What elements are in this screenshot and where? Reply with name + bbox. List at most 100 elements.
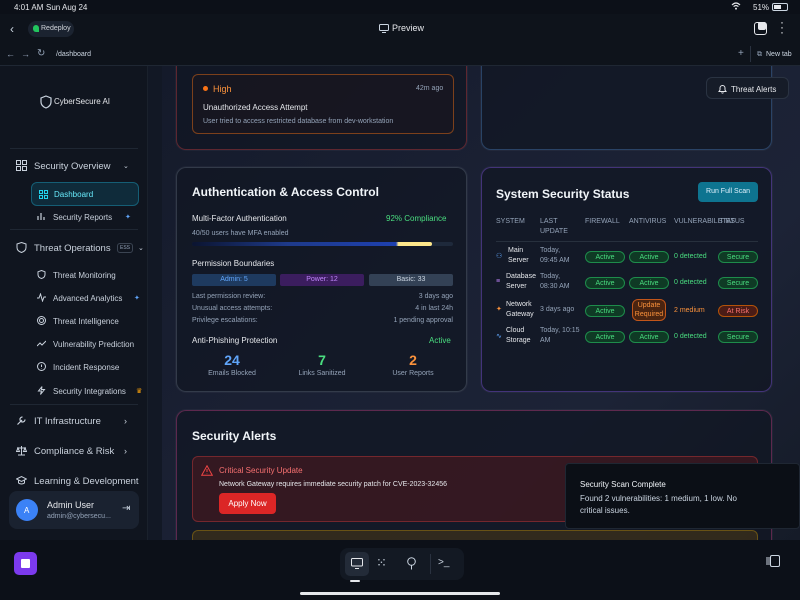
perm-title: Permission Boundaries — [192, 259, 275, 268]
nav-label: Advanced Analytics — [53, 294, 123, 303]
user-card[interactable]: A Admin User admin@cybersecu... ⇥ — [9, 491, 139, 529]
nav-label: Security Overview — [34, 161, 111, 172]
monitor-button[interactable] — [345, 552, 369, 576]
nav-security-overview[interactable]: Security Overview ⌄ — [0, 156, 147, 176]
add-tab-icon[interactable]: + — [738, 48, 744, 59]
row-value: 3 days ago — [418, 293, 453, 300]
row-value: 4 in last 24h — [415, 305, 453, 312]
nav-it-infrastructure[interactable]: IT Infrastructure › — [0, 411, 147, 431]
reload-icon[interactable]: ↻ — [37, 48, 45, 59]
trending-up-icon — [37, 340, 46, 347]
shield-icon — [33, 25, 39, 32]
dots-grid-icon[interactable]: ⁙ — [376, 555, 387, 571]
toast: Security Scan Complete Found 2 vulnerabi… — [565, 463, 800, 529]
system-status-card: System Security Status Run Full Scan SYS… — [481, 167, 772, 392]
nav-security-reports[interactable]: Security Reports ✦ — [0, 208, 147, 228]
nav-learning-development[interactable]: Learning & Development — [0, 471, 147, 491]
alerts-title: Security Alerts — [192, 429, 277, 443]
nav-label: Vulnerability Prediction — [53, 340, 135, 349]
nav-threat-intelligence[interactable]: Threat Intelligence — [0, 312, 147, 332]
nav-incident-response[interactable]: Incident Response — [0, 358, 147, 378]
nav-vulnerability-prediction[interactable]: Vulnerability Prediction — [0, 335, 147, 355]
user-name: Admin User — [47, 500, 95, 510]
project-chip[interactable]: Redeploy — [28, 21, 74, 37]
app-topbar: ‹ Redeploy Preview · · · — [0, 14, 800, 44]
perm-power-label: Power: 12 — [306, 276, 338, 283]
last-update-2: AM — [540, 337, 551, 344]
bell-icon — [718, 85, 727, 94]
stat-reports-label: User Reports — [392, 370, 434, 377]
run-full-scan-button[interactable]: Run Full Scan — [698, 182, 758, 202]
last-update-2: 09:45 AM — [540, 257, 570, 264]
system-name-2: Server — [506, 283, 527, 290]
url-bar: ← → ↻ /dashboard + ⧉ New tab — [0, 44, 800, 66]
location-pin-icon[interactable] — [406, 557, 417, 570]
shield-small-icon — [37, 270, 46, 279]
perm-power: Power: 12 — [280, 274, 364, 286]
nav-threat-monitoring[interactable]: Threat Monitoring — [0, 266, 147, 286]
antivirus-badge: Active — [629, 331, 669, 343]
stat-reports-value: 2 — [409, 352, 417, 368]
firewall-badge: Active — [585, 331, 625, 343]
row-value: 1 pending approval — [393, 317, 453, 324]
system-name-2: Gateway — [506, 311, 534, 318]
table-row[interactable]: ≡ Database Server Today, 08:30 AM Active… — [496, 273, 758, 295]
logout-icon[interactable]: ⇥ — [122, 503, 130, 514]
phish-status: Active — [429, 336, 451, 345]
bottom-dock: ⁙ >_ — [0, 540, 800, 600]
battery-icon — [772, 3, 788, 11]
apply-now-button[interactable]: Apply Now — [219, 493, 276, 514]
preview-label: Preview — [392, 23, 425, 33]
tabs-icon[interactable] — [754, 22, 767, 35]
nav-label: Threat Operations — [34, 243, 111, 254]
zap-icon — [37, 386, 46, 395]
graduation-cap-icon — [16, 475, 27, 485]
nav-forward-icon[interactable]: → — [21, 49, 30, 59]
new-tab-button[interactable]: New tab — [766, 51, 792, 58]
more-vert-icon[interactable]: · · · — [780, 16, 784, 38]
stat-links-label: Links Sanitized — [298, 370, 346, 377]
activity-icon: ∿ — [496, 333, 502, 340]
threat-alerts-label: Threat Alerts — [731, 85, 777, 94]
nav-dashboard[interactable]: Dashboard — [31, 182, 139, 206]
app-icon[interactable] — [14, 552, 37, 575]
severity-dot — [203, 86, 208, 91]
status-date: Sun Aug 24 — [46, 3, 88, 12]
brand-name: CyberSecure AI — [54, 97, 111, 106]
nav-threat-operations[interactable]: Threat Operations ESS ⌄ — [0, 238, 147, 258]
row-label: Last permission review: — [192, 293, 266, 300]
chevron-right-icon: › — [124, 416, 127, 426]
url-input[interactable]: /dashboard — [56, 51, 91, 58]
sidebar-toggle-icon[interactable] — [766, 555, 780, 567]
firewall-badge: Active — [585, 277, 625, 289]
ess-badge: ESS — [117, 243, 134, 253]
new-tab-icon: ⧉ — [757, 51, 762, 58]
table-row[interactable]: ∿ Cloud Storage Today, 10:15 AM Active A… — [496, 327, 758, 349]
severity-label: High — [213, 84, 232, 94]
nav-compliance-risk[interactable]: Compliance & Risk › — [0, 441, 147, 461]
wifi-icon — [731, 2, 741, 12]
last-update: Today, 10:15 — [540, 327, 580, 334]
nav-back-icon[interactable]: ← — [6, 49, 15, 59]
stat-emails-value: 24 — [224, 352, 240, 368]
table-row[interactable]: ⚇ Main Server Today, 09:45 AM Active Act… — [496, 247, 758, 269]
mfa-progress-fill — [192, 242, 433, 246]
nav-label: Security Reports — [53, 213, 113, 222]
alert-title: Unauthorized Access Attempt — [203, 103, 308, 112]
brand-shield-icon — [40, 95, 52, 109]
mfa-progress-bar — [192, 242, 453, 246]
nav-label: Threat Intelligence — [53, 317, 119, 326]
col-system: SYSTEM — [496, 218, 525, 225]
project-name: Redeploy — [41, 25, 71, 32]
table-row[interactable]: ✦ Network Gateway 3 days ago Active Upda… — [496, 299, 758, 323]
user-email: admin@cybersecu... — [47, 513, 111, 520]
back-chevron-icon[interactable]: ‹ — [10, 22, 14, 36]
scroll-gutter — [148, 66, 162, 540]
alert-item[interactable]: High 42m ago Unauthorized Access Attempt… — [192, 74, 454, 134]
battery-percent: 51% — [753, 3, 770, 12]
terminal-icon[interactable]: >_ — [438, 557, 449, 568]
nav-advanced-analytics[interactable]: Advanced Analytics ✦ — [0, 289, 147, 309]
threat-alerts-button[interactable]: Threat Alerts — [706, 77, 789, 99]
nav-security-integrations[interactable]: Security Integrations ♛ — [0, 382, 147, 402]
last-update: Today, — [540, 247, 561, 254]
